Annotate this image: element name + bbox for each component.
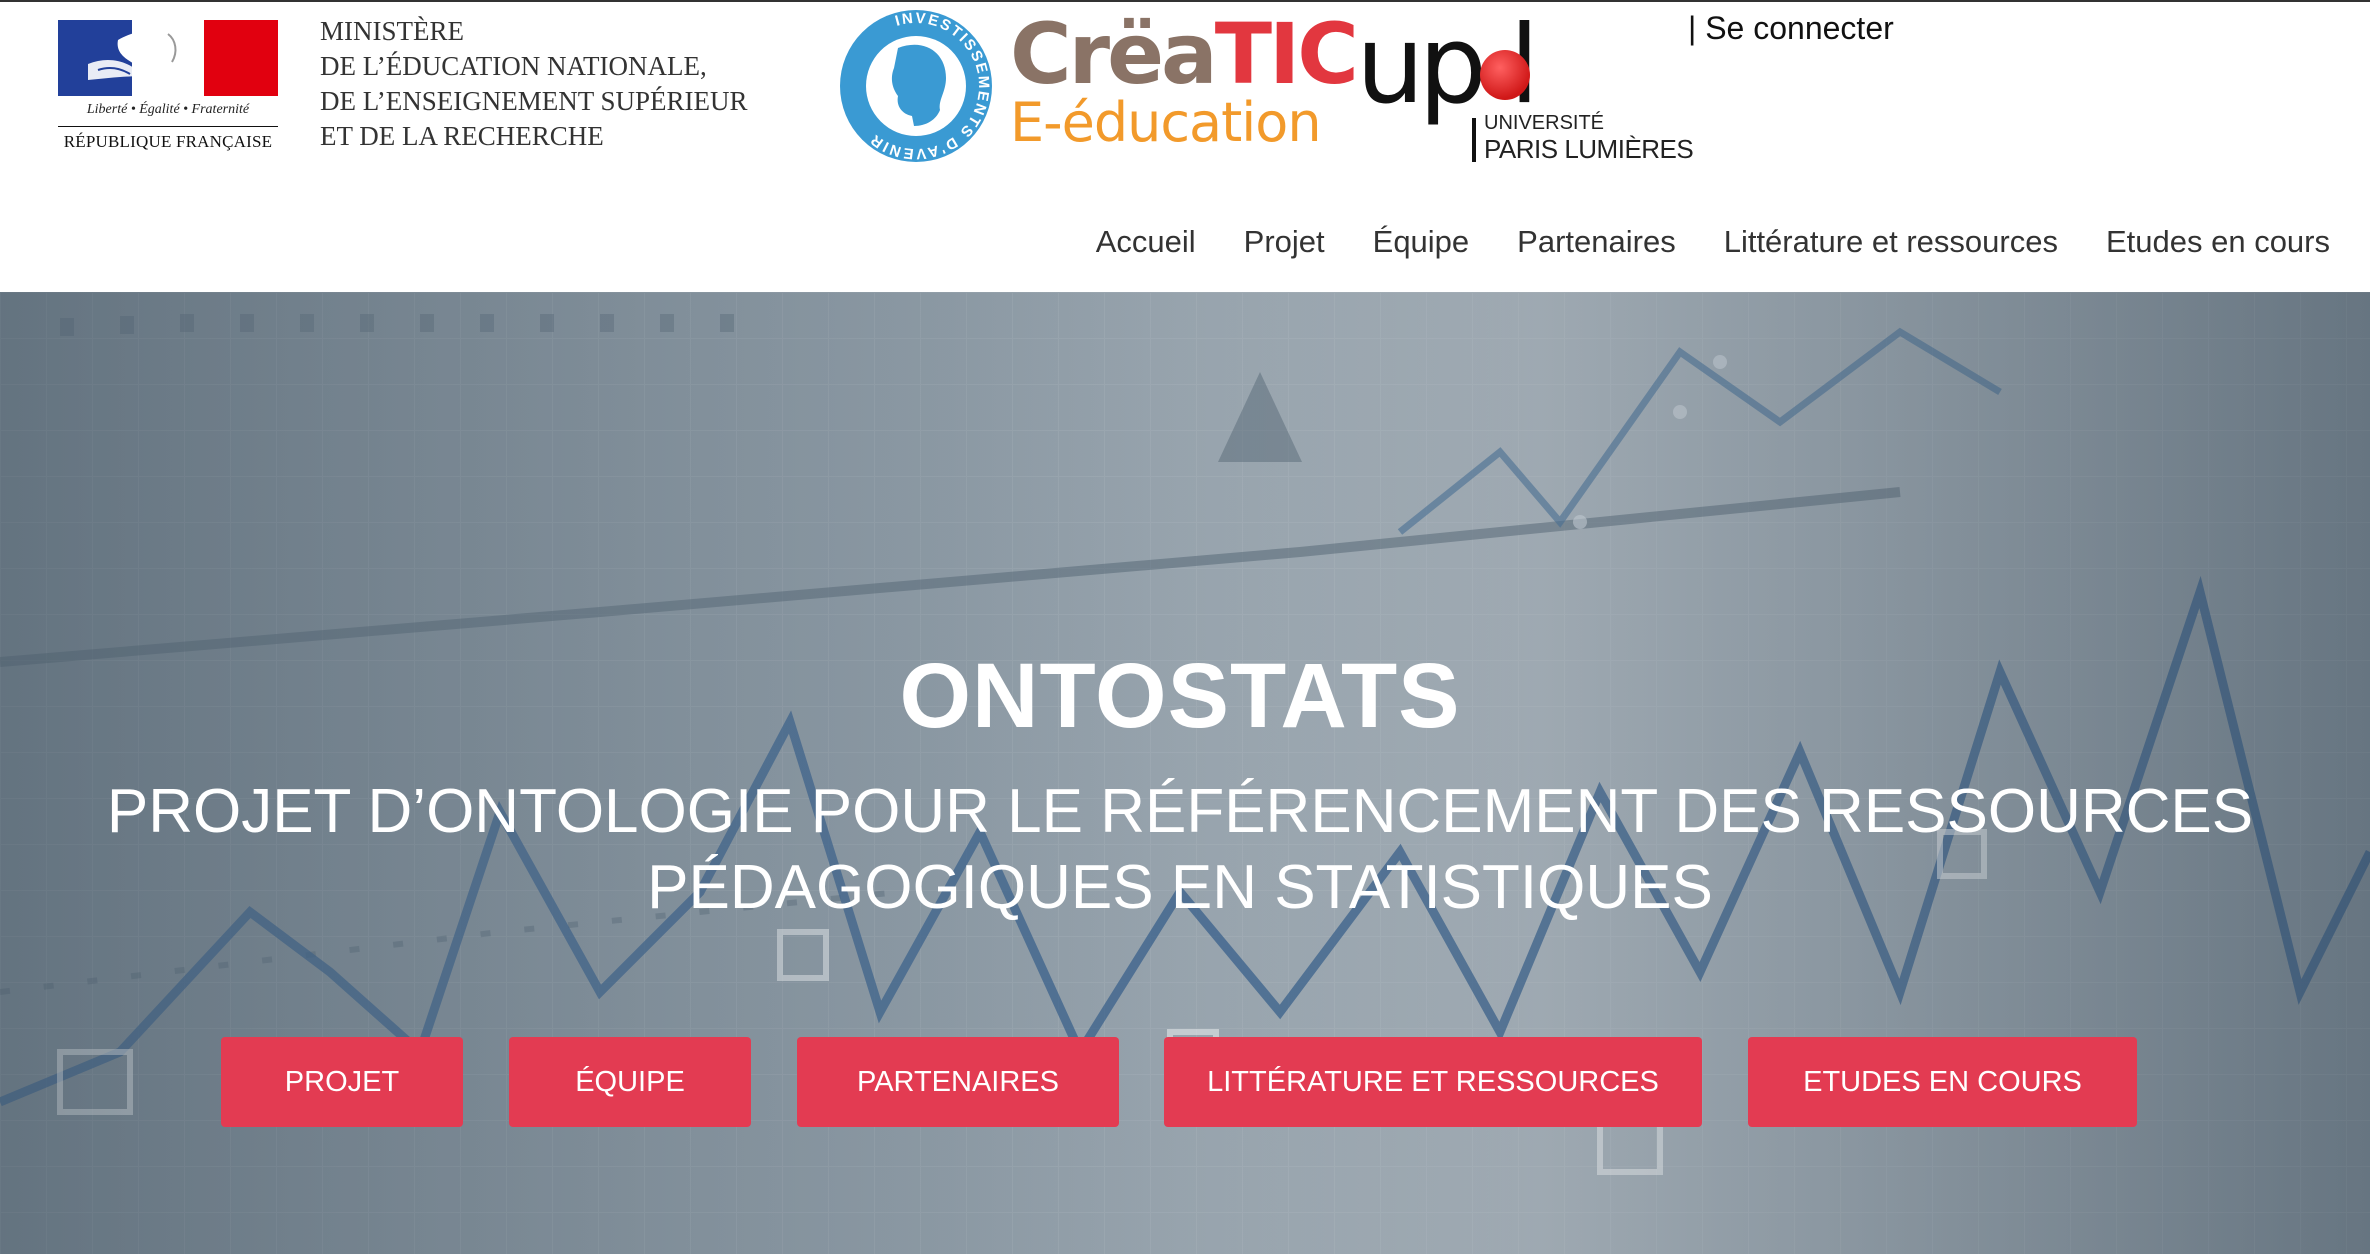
republic-name: RÉPUBLIQUE FRANÇAISE <box>58 126 278 152</box>
main-nav: Accueil Projet Équipe Partenaires Littér… <box>1096 224 2330 260</box>
projet-button[interactable]: PROJET <box>221 1037 463 1127</box>
upl-logo[interactable]: up l UNIVERSITÉ PARIS LUMIÈRES <box>1356 6 1694 166</box>
republic-motto: Liberté • Égalité • Fraternité <box>86 102 250 117</box>
ministry-name: MINISTÈRE DE L’ÉDUCATION NATIONALE, DE L… <box>320 14 748 154</box>
nav-projet[interactable]: Projet <box>1244 224 1325 260</box>
investissements-avenir-logo[interactable]: INVESTISSEMENTS D'AVENIR <box>838 8 994 169</box>
marianne-flag-icon <box>58 20 278 96</box>
nav-etudes[interactable]: Etudes en cours <box>2106 224 2330 260</box>
creatic-part2: TIC <box>1214 5 1359 103</box>
equipe-button[interactable]: ÉQUIPE <box>509 1037 751 1127</box>
litterature-button[interactable]: LITTÉRATURE ET RESSOURCES <box>1164 1037 1702 1127</box>
nav-litterature[interactable]: Littérature et ressources <box>1724 224 2058 260</box>
hero-subtitle-line: PÉDAGOGIQUES EN STATISTIQUES <box>647 853 1713 922</box>
etudes-button[interactable]: ETUDES EN COURS <box>1748 1037 2137 1127</box>
ministry-line: MINISTÈRE <box>320 16 464 46</box>
hero-banner: ONTOSTATS PROJET D’ONTOLOGIE POUR LE RÉF… <box>0 292 2370 1254</box>
creatic-tagline: E-éducation <box>1010 91 1322 154</box>
upl-line2: PARIS LUMIÈRES <box>1484 134 1694 164</box>
hero-title: ONTOSTATS <box>899 644 1461 747</box>
login-link[interactable]: | Se connecter <box>1688 10 1894 47</box>
upl-red-dot-icon <box>1480 50 1530 100</box>
nav-equipe[interactable]: Équipe <box>1373 224 1470 260</box>
ministry-line: ET DE LA RECHERCHE <box>320 121 604 151</box>
nav-partenaires[interactable]: Partenaires <box>1517 224 1676 260</box>
partenaires-button[interactable]: PARTENAIRES <box>797 1037 1119 1127</box>
ministry-line: DE L’ÉDUCATION NATIONALE, <box>320 51 707 81</box>
hero-subtitle: PROJET D’ONTOLOGIE POUR LE RÉFÉRENCEMENT… <box>60 774 2300 926</box>
upl-line1: UNIVERSITÉ <box>1484 112 1605 134</box>
creatic-part1: Crëa <box>1010 5 1218 103</box>
site-header: Liberté • Égalité • Fraternité RÉPUBLIQU… <box>0 0 2370 294</box>
creatic-logo[interactable]: CrëaTIC E-éducation <box>1010 5 1359 154</box>
ministry-line: DE L’ENSEIGNEMENT SUPÉRIEUR <box>320 86 748 116</box>
republique-francaise-logo[interactable]: Liberté • Égalité • Fraternité RÉPUBLIQU… <box>58 20 284 152</box>
nav-accueil[interactable]: Accueil <box>1096 224 1196 260</box>
hero-subtitle-line: PROJET D’ONTOLOGIE POUR LE RÉFÉRENCEMENT… <box>106 777 2254 846</box>
partner-logos: INVESTISSEMENTS D'AVENIR CrëaTIC E-éduca… <box>838 5 1694 169</box>
